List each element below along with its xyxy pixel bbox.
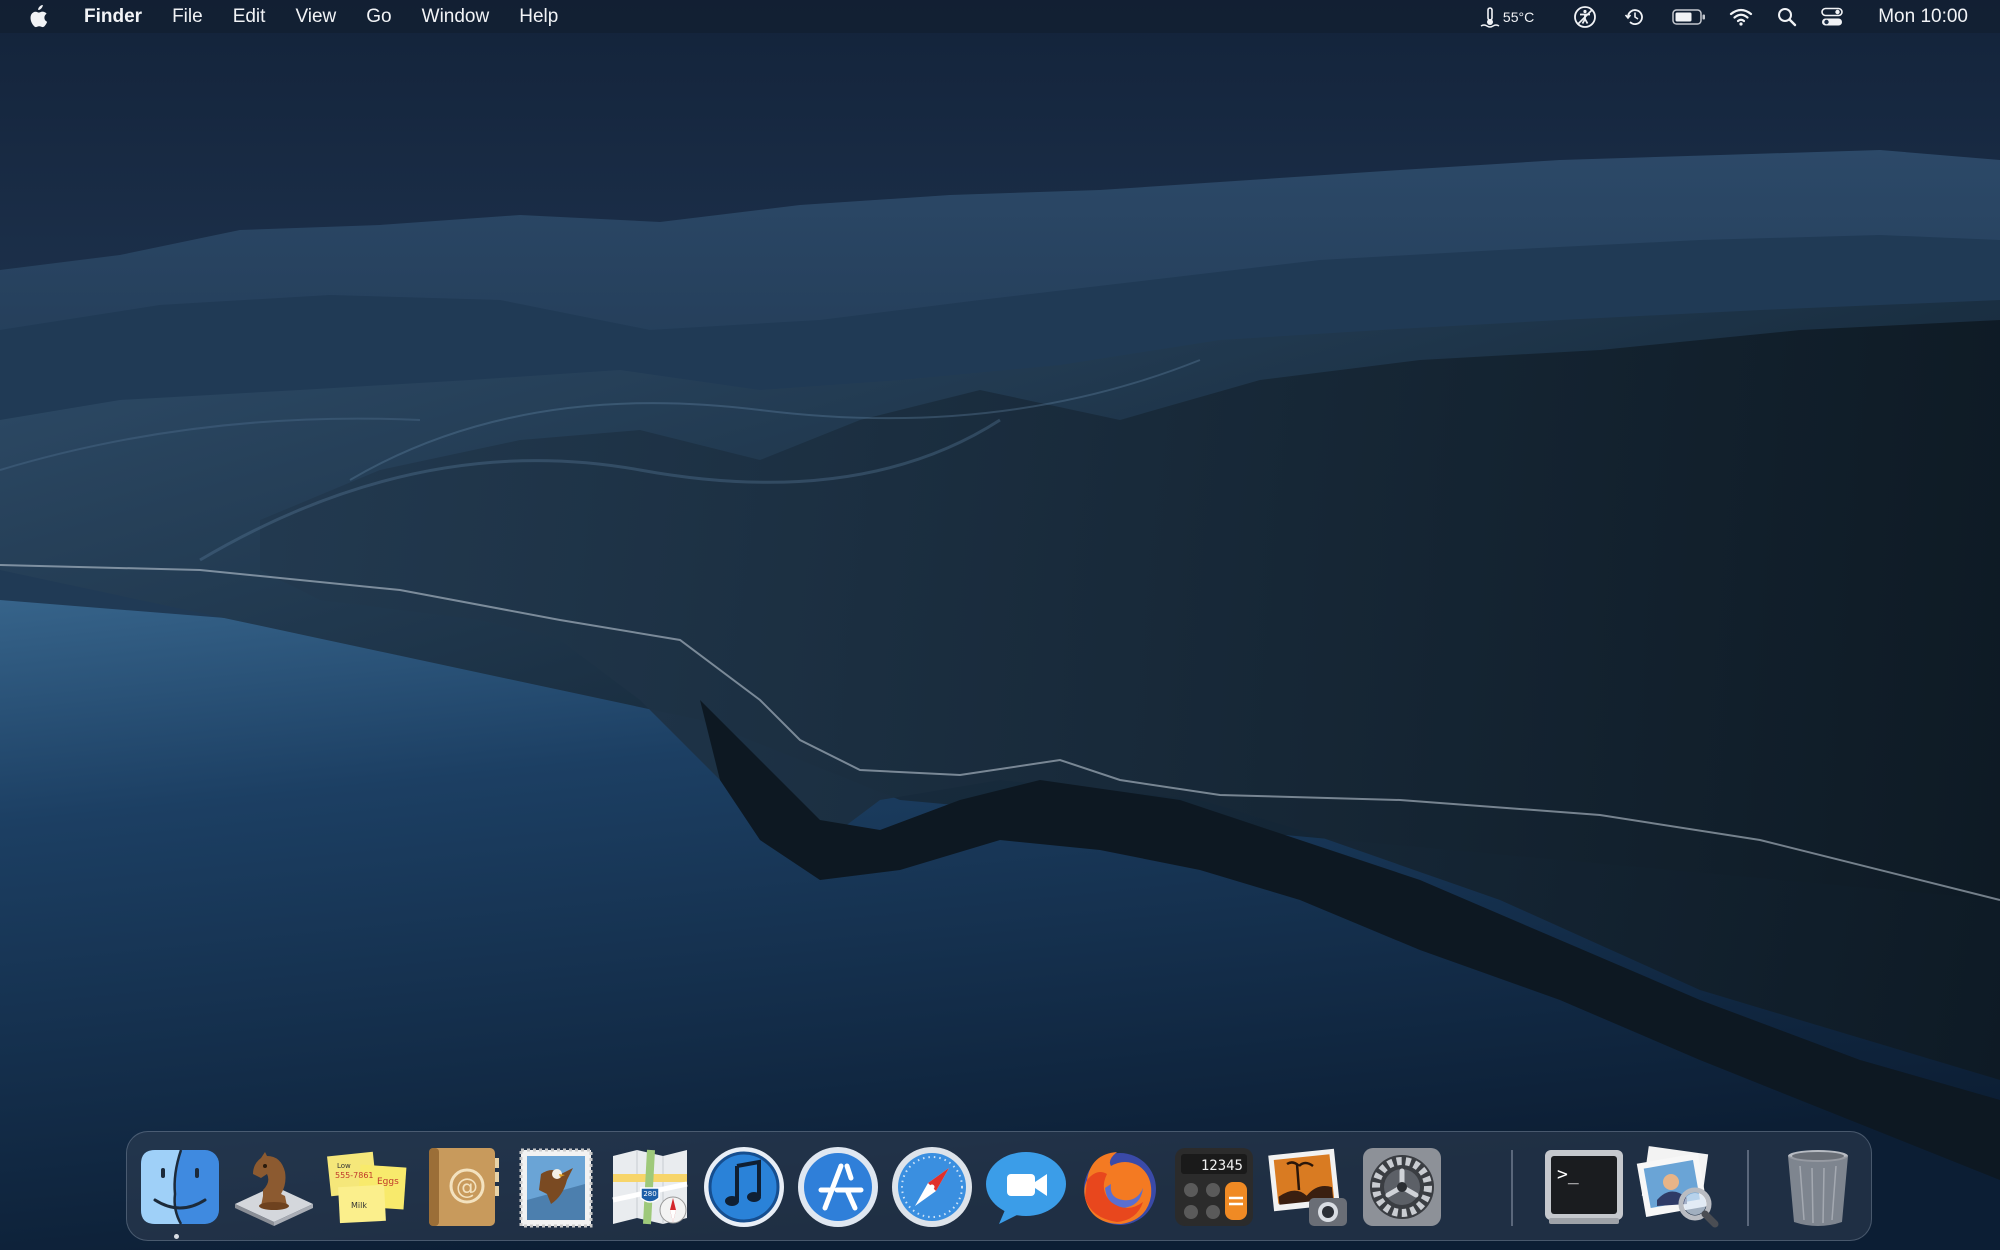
dock-calculator[interactable]: 12345 <box>1171 1144 1257 1230</box>
menu-file[interactable]: File <box>157 0 218 33</box>
dock: Low 555-7861 Eggs Milk @ 280 12345 >_ <box>126 1131 1872 1241</box>
dock-contacts[interactable]: @ <box>419 1144 505 1230</box>
dock-trash[interactable] <box>1775 1144 1861 1230</box>
facetime-icon <box>986 1152 1066 1224</box>
stickies-icon: Low 555-7861 Eggs Milk <box>327 1151 407 1224</box>
calculator-display: 12345 <box>1201 1158 1243 1174</box>
dock-itunes[interactable] <box>701 1144 787 1230</box>
time-machine-icon[interactable] <box>1610 0 1660 33</box>
wifi-icon[interactable] <box>1718 0 1764 33</box>
firefox-icon <box>1084 1152 1156 1225</box>
sticky-note-line: 555-7861 <box>335 1171 374 1180</box>
dock-firefox[interactable] <box>1077 1144 1163 1230</box>
finder-running-indicator <box>174 1234 179 1239</box>
dock-facetime[interactable] <box>983 1144 1069 1230</box>
dock-separator <box>1747 1150 1749 1226</box>
app-store-icon <box>798 1147 878 1227</box>
battery-icon[interactable] <box>1660 0 1718 33</box>
temperature-label: 55°C <box>1502 8 1535 25</box>
dock-stickies[interactable]: Low 555-7861 Eggs Milk <box>325 1144 411 1230</box>
dock-safari[interactable] <box>889 1144 975 1230</box>
dock-preview[interactable] <box>1635 1144 1721 1230</box>
menu-help[interactable]: Help <box>504 0 573 33</box>
menu-app-finder[interactable]: Finder <box>72 0 157 33</box>
itunes-icon <box>704 1147 784 1227</box>
control-center-icon[interactable] <box>1810 0 1854 33</box>
finder-icon <box>141 1149 219 1225</box>
dock-chess[interactable] <box>231 1144 317 1230</box>
dock-mail[interactable] <box>513 1144 599 1230</box>
accessibility-icon[interactable] <box>1560 0 1610 33</box>
maps-icon: 280 <box>612 1149 688 1225</box>
desktop-wallpaper <box>0 0 2000 1250</box>
trash-icon <box>1788 1150 1848 1226</box>
sticky-note-line: Milk <box>351 1201 367 1210</box>
mail-stamp-icon <box>519 1148 593 1228</box>
system-preferences-icon <box>1363 1148 1441 1226</box>
svg-text:@: @ <box>456 1175 478 1200</box>
menu-edit[interactable]: Edit <box>218 0 281 33</box>
dock-finder[interactable] <box>137 1144 223 1230</box>
dock-image-capture[interactable] <box>1265 1144 1351 1230</box>
safari-icon <box>892 1147 972 1227</box>
menu-view[interactable]: View <box>280 0 351 33</box>
dock-system-preferences[interactable] <box>1359 1144 1445 1230</box>
map-route-badge: 280 <box>643 1190 656 1198</box>
menu-clock[interactable]: Mon 10:00 <box>1878 6 1968 28</box>
status-area: 55°C Mon 10:00 <box>1480 0 2000 33</box>
image-capture-icon <box>1268 1148 1347 1226</box>
menu-bar: Finder File Edit View Go Window Help 55°… <box>0 0 2000 33</box>
sticky-note-line: Low <box>337 1162 351 1170</box>
chess-knight-icon <box>235 1152 313 1226</box>
thermometer-icon <box>1480 6 1500 28</box>
preview-icon <box>1636 1146 1719 1228</box>
menu-go[interactable]: Go <box>351 0 406 33</box>
dock-maps[interactable]: 280 <box>607 1144 693 1230</box>
terminal-prompt: >_ <box>1557 1164 1579 1185</box>
calculator-icon: 12345 <box>1175 1148 1253 1226</box>
temperature-status[interactable]: 55°C <box>1480 6 1534 28</box>
dock-terminal[interactable]: >_ <box>1541 1144 1627 1230</box>
dock-app-store[interactable] <box>795 1144 881 1230</box>
address-book-icon: @ <box>429 1148 499 1226</box>
sticky-note-line: Eggs <box>377 1177 399 1187</box>
terminal-icon: >_ <box>1545 1150 1623 1224</box>
menu-window[interactable]: Window <box>407 0 505 33</box>
apple-menu-icon[interactable] <box>28 4 50 30</box>
dock-separator <box>1511 1150 1513 1226</box>
spotlight-search-icon[interactable] <box>1764 0 1810 33</box>
